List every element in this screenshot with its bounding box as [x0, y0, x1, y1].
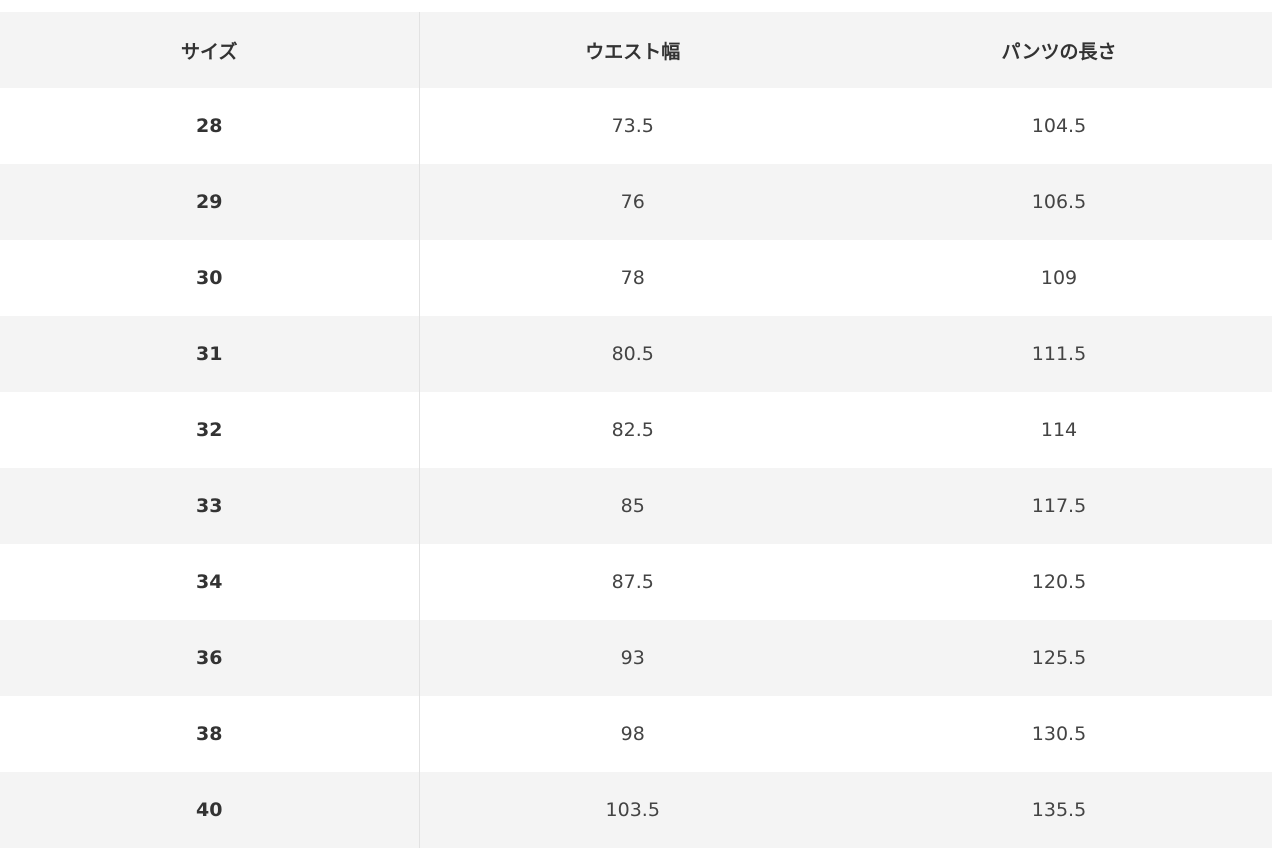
waist-width-cell: 93 — [419, 620, 846, 696]
pants-length-cell: 125.5 — [846, 620, 1272, 696]
waist-width-cell: 82.5 — [419, 392, 846, 468]
waist-width-cell: 87.5 — [419, 544, 846, 620]
size-cell: 38 — [0, 696, 420, 772]
table-row: 31 80.5 111.5 — [0, 316, 1272, 392]
size-cell: 28 — [0, 88, 420, 164]
table-row: 40 103.5 135.5 — [0, 772, 1272, 848]
pants-length-cell: 117.5 — [846, 468, 1272, 544]
pants-length-cell: 111.5 — [846, 316, 1272, 392]
waist-width-cell: 78 — [419, 240, 846, 316]
size-cell: 36 — [0, 620, 420, 696]
size-chart-table-container: サイズ ウエスト幅 パンツの長さ 28 73.5 104.5 29 76 106… — [0, 12, 1272, 848]
table-header-row: サイズ ウエスト幅 パンツの長さ — [0, 12, 1272, 88]
waist-width-cell: 73.5 — [419, 88, 846, 164]
pants-length-cell: 135.5 — [846, 772, 1272, 848]
size-cell: 34 — [0, 544, 420, 620]
table-row: 34 87.5 120.5 — [0, 544, 1272, 620]
waist-width-cell: 80.5 — [419, 316, 846, 392]
size-chart-table: サイズ ウエスト幅 パンツの長さ 28 73.5 104.5 29 76 106… — [0, 12, 1273, 848]
waist-width-cell: 76 — [419, 164, 846, 240]
pants-length-cell: 130.5 — [846, 696, 1272, 772]
pants-length-cell: 109 — [846, 240, 1272, 316]
size-cell: 30 — [0, 240, 420, 316]
column-header-size: サイズ — [0, 12, 420, 88]
pants-length-cell: 114 — [846, 392, 1272, 468]
table-row: 30 78 109 — [0, 240, 1272, 316]
size-cell: 29 — [0, 164, 420, 240]
size-cell: 31 — [0, 316, 420, 392]
waist-width-cell: 98 — [419, 696, 846, 772]
column-header-pants-length: パンツの長さ — [846, 12, 1272, 88]
table-row: 36 93 125.5 — [0, 620, 1272, 696]
table-row: 29 76 106.5 — [0, 164, 1272, 240]
table-row: 28 73.5 104.5 — [0, 88, 1272, 164]
table-row: 33 85 117.5 — [0, 468, 1272, 544]
size-cell: 32 — [0, 392, 420, 468]
waist-width-cell: 103.5 — [419, 772, 846, 848]
column-header-waist-width: ウエスト幅 — [419, 12, 846, 88]
pants-length-cell: 104.5 — [846, 88, 1272, 164]
size-cell: 33 — [0, 468, 420, 544]
pants-length-cell: 120.5 — [846, 544, 1272, 620]
table-row: 38 98 130.5 — [0, 696, 1272, 772]
table-body: 28 73.5 104.5 29 76 106.5 30 78 109 31 8… — [0, 88, 1272, 848]
table-row: 32 82.5 114 — [0, 392, 1272, 468]
pants-length-cell: 106.5 — [846, 164, 1272, 240]
size-cell: 40 — [0, 772, 420, 848]
waist-width-cell: 85 — [419, 468, 846, 544]
